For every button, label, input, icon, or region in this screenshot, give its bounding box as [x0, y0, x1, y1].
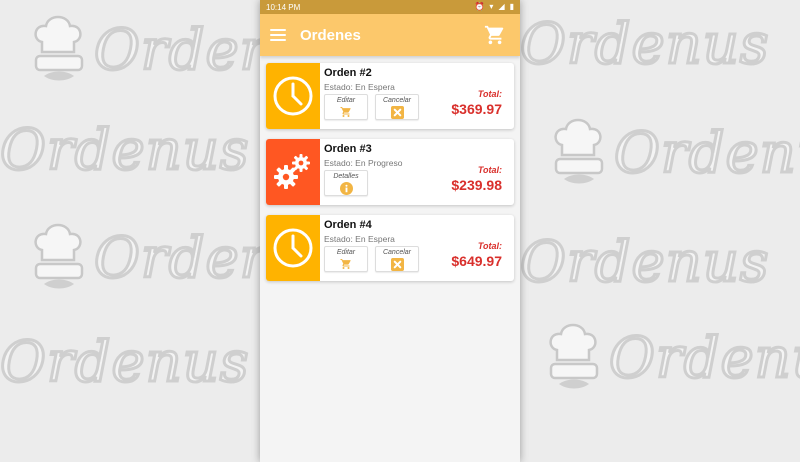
chef-icon [34, 223, 84, 289]
app-bar: Ordenes [260, 14, 520, 56]
orders-list: Orden #2 Estado: En Espera Editar Cancel… [260, 56, 520, 298]
order-card[interactable]: Orden #2 Estado: En Espera Editar Cancel… [266, 63, 514, 129]
status-icons: ⏰ ▾ ◢ ▮ [474, 3, 514, 11]
gears-icon [274, 154, 310, 189]
order-title: Orden #4 [324, 219, 372, 231]
wifi-icon: ▾ [489, 2, 494, 11]
order-state-tile [266, 63, 320, 129]
cancel-x-icon [390, 106, 404, 119]
cart-icon [340, 259, 351, 269]
order-total: Total: $649.97 [451, 241, 502, 269]
clock-icon [273, 228, 313, 268]
chef-icon [554, 118, 604, 184]
order-card[interactable]: Orden #4 Estado: En Espera Editar Cancel… [266, 215, 514, 281]
order-card[interactable]: Orden #3 Estado: En Progreso Detalles To… [266, 139, 514, 205]
watermark-logo: Ordenus [550, 115, 800, 191]
clock-icon [273, 76, 313, 116]
page-title: Ordenes [300, 26, 361, 44]
phone-screen: 10:14 PM ⏰ ▾ ◢ ▮ Ordenes Orden #2 Estado… [260, 0, 520, 462]
watermark-logo: Ordenus [519, 11, 771, 79]
watermark-logo: Ordenus [519, 229, 771, 297]
watermark-logo: Ordenus [545, 320, 800, 396]
info-icon [339, 182, 353, 195]
order-title: Orden #2 [324, 67, 372, 79]
signal-icon: ◢ [498, 2, 505, 11]
order-total-value: $239.98 [451, 177, 502, 193]
alarm-icon: ⏰ [474, 2, 485, 11]
chef-icon [34, 15, 84, 81]
chef-icon [549, 323, 599, 389]
order-total-value: $649.97 [451, 253, 502, 269]
battery-icon: ▮ [509, 2, 514, 11]
order-state-tile [266, 215, 320, 281]
order-state-tile [266, 139, 320, 205]
status-time: 10:14 PM [266, 2, 301, 12]
order-total: Total: $369.97 [451, 89, 502, 117]
edit-button[interactable]: Editar [324, 246, 368, 272]
menu-icon[interactable] [270, 29, 286, 41]
watermark-logo: Ordenus [0, 117, 250, 185]
watermark-logo: Ordenus [0, 329, 250, 397]
status-bar: 10:14 PM ⏰ ▾ ◢ ▮ [260, 0, 520, 14]
cancel-x-icon [390, 258, 404, 271]
cancel-button[interactable]: Cancelar [375, 246, 419, 272]
order-total: Total: $239.98 [451, 165, 502, 193]
details-button[interactable]: Detalles [324, 170, 368, 196]
order-total-value: $369.97 [451, 101, 502, 117]
cancel-button[interactable]: Cancelar [375, 94, 419, 120]
cart-icon[interactable] [484, 24, 506, 46]
cart-icon [340, 107, 351, 117]
order-title: Orden #3 [324, 143, 372, 155]
edit-button[interactable]: Editar [324, 94, 368, 120]
